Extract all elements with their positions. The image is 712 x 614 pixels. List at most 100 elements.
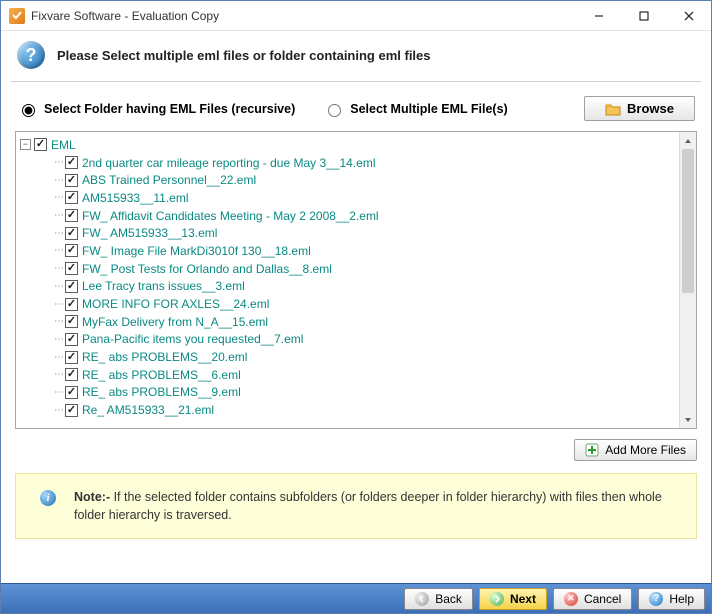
file-label: RE_ abs PROBLEMS__20.eml [82,350,247,364]
next-button[interactable]: Next [479,588,547,610]
title-bar: Fixvare Software - Evaluation Copy [1,1,711,31]
file-label: Lee Tracy trans issues__3.eml [82,279,245,293]
next-label: Next [510,592,536,606]
tree-connector: ⋯ [54,387,63,398]
tree-connector: ⋯ [54,192,63,203]
tree-file-node[interactable]: ⋯Re_ AM515933__21.eml [54,401,679,419]
tree-root-label: EML [51,138,76,152]
checkbox[interactable] [65,191,78,204]
info-icon: i [40,490,56,506]
tree-file-node[interactable]: ⋯ MyFax Delivery from N_A__15.eml [54,313,679,331]
tree-file-node[interactable]: ⋯ Lee Tracy trans issues__3.eml [54,278,679,296]
checkbox[interactable] [65,333,78,346]
tree-connector: ⋯ [54,210,63,221]
tree-file-node[interactable]: ⋯ RE_ abs PROBLEMS__6.eml [54,366,679,384]
tree-file-node[interactable]: ⋯AM515933__11.eml [54,189,679,207]
folder-icon [605,102,621,116]
tree-connector: ⋯ [54,263,63,274]
checkbox[interactable] [65,404,78,417]
checkbox[interactable] [65,386,78,399]
tree-file-node[interactable]: ⋯ FW_ AM515933__13.eml [54,224,679,242]
question-icon: ? [17,41,45,69]
instruction-row: ? Please Select multiple eml files or fo… [1,31,711,75]
checkbox[interactable] [65,209,78,222]
radio-folder-label: Select Folder having EML Files (recursiv… [44,102,295,116]
selection-options: Select Folder having EML Files (recursiv… [1,82,711,131]
instruction-text: Please Select multiple eml files or fold… [57,48,431,63]
file-tree[interactable]: − EML ⋯ 2nd quarter car mileage reporting… [16,132,679,428]
browse-button[interactable]: Browse [584,96,695,121]
vertical-scrollbar[interactable] [679,132,696,428]
radio-folder-input[interactable] [22,104,35,117]
wizard-footer: Back Next ✕ Cancel ? Help [1,583,711,613]
radio-select-files[interactable]: Select Multiple EML File(s) [323,101,507,117]
file-label: RE_ abs PROBLEMS__9.eml [82,385,241,399]
tree-connector: ⋯ [54,352,63,363]
back-button[interactable]: Back [404,588,473,610]
tree-file-node[interactable]: ⋯ABS Trained Personnel__22.eml [54,171,679,189]
file-label: FW_ AM515933__13.eml [82,226,217,240]
app-icon [9,8,25,24]
add-icon [585,443,599,457]
tree-connector: ⋯ [54,334,63,345]
cancel-label: Cancel [584,592,621,606]
cancel-button[interactable]: ✕ Cancel [553,588,632,610]
help-icon: ? [649,592,663,606]
add-more-files-label: Add More Files [605,443,686,457]
tree-file-node[interactable]: ⋯ 2nd quarter car mileage reporting - due… [54,154,679,172]
checkbox[interactable] [65,174,78,187]
tree-connector: ⋯ [54,281,63,292]
note-text: Note:- If the selected folder contains s… [74,488,680,524]
scroll-up-icon[interactable] [680,132,696,149]
tree-connector: ⋯ [54,369,63,380]
file-label: FW_ Image File MarkDi3010f 130__18.eml [82,244,311,258]
file-label: RE_ abs PROBLEMS__6.eml [82,368,241,382]
scroll-thumb[interactable] [682,149,694,293]
tree-file-node[interactable]: ⋯ FW_ Affidavit Candidates Meeting - May … [54,207,679,225]
tree-file-node[interactable]: ⋯ RE_ abs PROBLEMS__20.eml [54,348,679,366]
checkbox[interactable] [34,138,47,151]
file-label: 2nd quarter car mileage reporting - due … [82,156,376,170]
radio-files-input[interactable] [328,104,341,117]
minimize-button[interactable] [576,1,621,30]
checkbox[interactable] [65,298,78,311]
tree-file-node[interactable]: ⋯ FW_ Image File MarkDi3010f 130__18.eml [54,242,679,260]
file-label: FW_ Post Tests for Orlando and Dallas__8… [82,262,332,276]
tree-file-node[interactable]: ⋯ FW_ Post Tests for Orlando and Dallas__… [54,260,679,278]
tree-file-node[interactable]: ⋯ RE_ abs PROBLEMS__9.eml [54,384,679,402]
tree-file-node[interactable]: ⋯ Pana-Pacific items you requested__7.eml [54,331,679,349]
close-button[interactable] [666,1,711,30]
note-box: i Note:- If the selected folder contains… [15,473,697,539]
radio-select-folder[interactable]: Select Folder having EML Files (recursiv… [17,101,295,117]
tree-connector: ⋯ [54,157,63,168]
help-button[interactable]: ? Help [638,588,705,610]
checkbox[interactable] [65,244,78,257]
checkbox[interactable] [65,156,78,169]
checkbox[interactable] [65,227,78,240]
tree-connector: ⋯ [54,299,63,310]
file-label: MyFax Delivery from N_A__15.eml [82,315,268,329]
file-label: Pana-Pacific items you requested__7.eml [82,332,303,346]
collapse-icon[interactable]: − [20,139,31,150]
checkbox[interactable] [65,351,78,364]
back-label: Back [435,592,462,606]
checkbox[interactable] [65,315,78,328]
file-label: ABS Trained Personnel__22.eml [82,173,256,187]
add-more-files-button[interactable]: Add More Files [574,439,697,461]
tree-connector: ⋯ [54,228,63,239]
maximize-button[interactable] [621,1,666,30]
window-controls [576,1,711,30]
tree-file-node[interactable]: ⋯ MORE INFO FOR AXLES__24.eml [54,295,679,313]
tree-root-node[interactable]: − EML [20,136,679,154]
file-label: FW_ Affidavit Candidates Meeting - May 2… [82,209,379,223]
checkbox[interactable] [65,368,78,381]
scroll-track[interactable] [680,149,696,411]
checkbox[interactable] [65,262,78,275]
tree-connector: ⋯ [54,316,63,327]
file-label: MORE INFO FOR AXLES__24.eml [82,297,269,311]
tree-connector: ⋯ [54,245,63,256]
scroll-down-icon[interactable] [680,411,696,428]
checkbox[interactable] [65,280,78,293]
file-tree-panel: − EML ⋯ 2nd quarter car mileage reporting… [15,131,697,429]
radio-files-label: Select Multiple EML File(s) [350,102,507,116]
